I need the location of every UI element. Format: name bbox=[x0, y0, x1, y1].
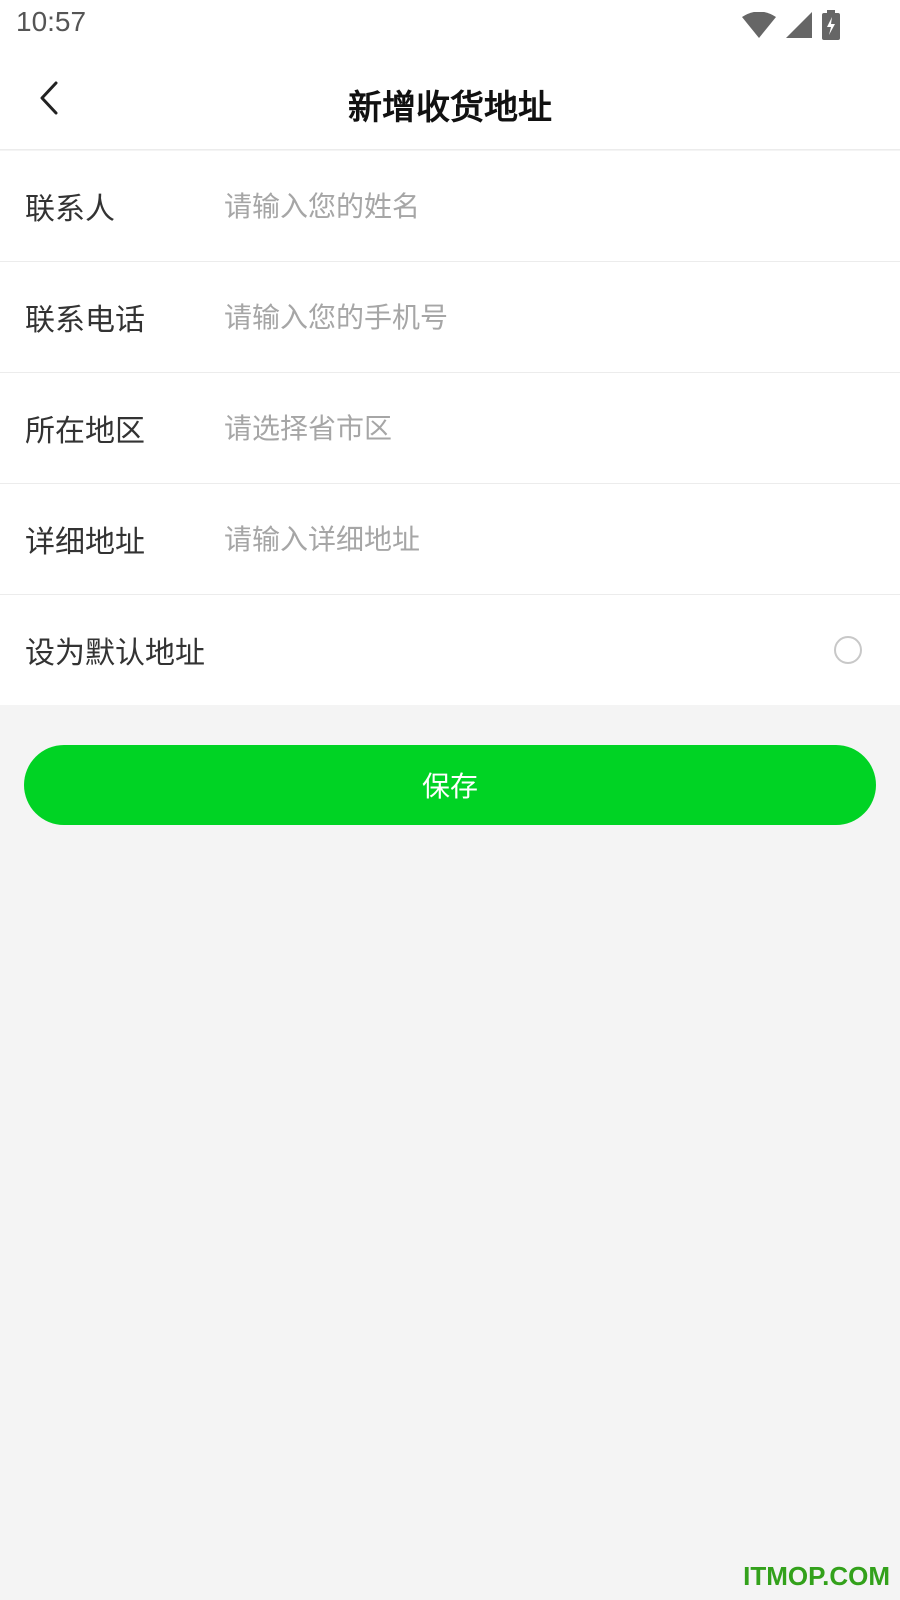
detail-label: 详细地址 bbox=[25, 525, 145, 560]
form-row-contact: 联系人 bbox=[0, 151, 900, 262]
form-row-default: 设为默认地址 bbox=[0, 595, 900, 705]
phone-label: 联系电话 bbox=[25, 303, 145, 338]
detail-address-input[interactable] bbox=[224, 509, 870, 569]
form-row-phone: 联系电话 bbox=[0, 262, 900, 373]
region-selector[interactable] bbox=[224, 398, 870, 458]
default-address-radio[interactable] bbox=[834, 636, 862, 664]
watermark: ITMOP.COM bbox=[743, 1561, 890, 1591]
phone-input[interactable] bbox=[224, 287, 870, 347]
signal-icon bbox=[786, 12, 812, 38]
region-label: 所在地区 bbox=[25, 414, 145, 449]
wifi-icon bbox=[742, 12, 776, 38]
contact-label: 联系人 bbox=[25, 192, 115, 227]
page-title: 新增收货地址 bbox=[348, 88, 552, 128]
contact-name-input[interactable] bbox=[224, 176, 870, 236]
screen: 10:57 新增收货地址 联系人 请输入您的姓名 联系电话 请输入您的手机号 所… bbox=[0, 0, 900, 1600]
save-button[interactable]: 保存 bbox=[24, 745, 876, 825]
form-row-region: 所在地区 bbox=[0, 373, 900, 484]
address-form: 联系人 联系电话 所在地区 详细地址 设为默认地址 bbox=[0, 151, 900, 705]
default-address-label: 设为默认地址 bbox=[25, 636, 205, 671]
status-bar: 10:57 bbox=[0, 0, 900, 50]
form-row-detail: 详细地址 bbox=[0, 484, 900, 595]
status-time: 10:57 bbox=[16, 6, 87, 37]
header: 新增收货地址 bbox=[0, 50, 900, 150]
battery-charging-icon bbox=[822, 10, 840, 40]
status-icons bbox=[742, 8, 840, 42]
